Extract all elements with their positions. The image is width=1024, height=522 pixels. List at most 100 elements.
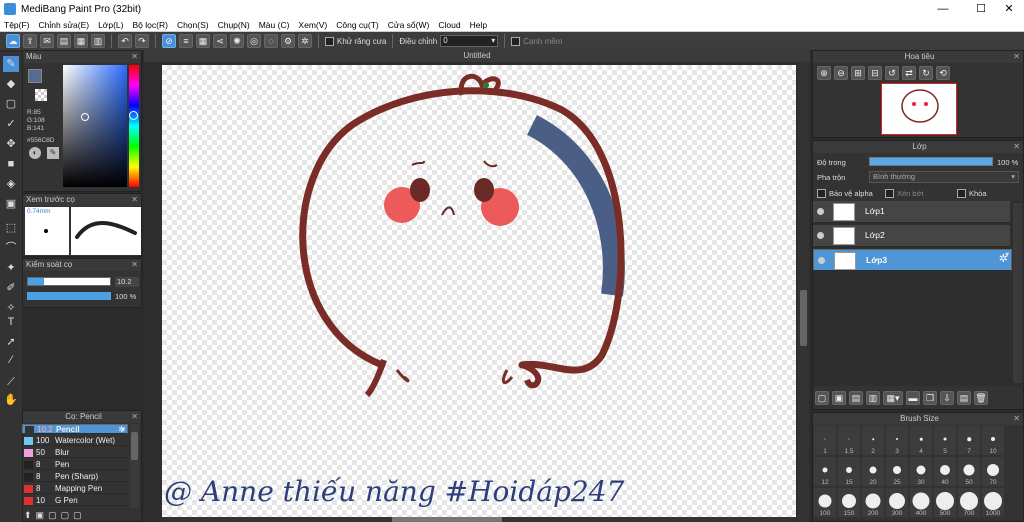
select-pen-tool-icon[interactable]: ✐ (3, 280, 19, 296)
snap-off-icon[interactable]: ⊘ (162, 34, 176, 48)
zoom-in-icon[interactable]: ⊕ (817, 66, 831, 80)
brush-item-g-pen[interactable]: 10 G Pen (22, 496, 128, 506)
divide-tool-icon[interactable]: ⟋ (3, 374, 19, 390)
brush-size-cell[interactable]: 200 (862, 488, 884, 517)
duplicate-layer-icon[interactable]: ❐ (923, 391, 937, 405)
menu-file[interactable]: Tệp(F) (4, 20, 30, 30)
bucket-tool-icon[interactable]: ◈ (3, 176, 19, 192)
brush-size-cell[interactable]: 25 (886, 457, 908, 486)
layer-row-2[interactable]: Lớp2 (813, 225, 1010, 247)
brush-item-pen[interactable]: 8 Pen (22, 460, 128, 470)
copy-brush-icon[interactable]: ▢ (61, 510, 70, 522)
brush-size-value[interactable]: 10.2 (115, 277, 139, 287)
share-icon[interactable]: ⇪ (23, 34, 37, 48)
eraser-tool-icon[interactable]: ◆ (3, 76, 19, 92)
minimize-button[interactable]: — (928, 0, 958, 18)
brush-size-cell[interactable]: 1.5 (838, 426, 860, 455)
color-picker-cursor[interactable] (81, 113, 89, 121)
brush-size-cell[interactable]: 100 (814, 488, 836, 517)
eye-icon[interactable] (817, 208, 824, 215)
rotate-right-icon[interactable]: ↻ (919, 66, 933, 80)
menu-view[interactable]: Xem(V) (298, 20, 327, 30)
brush-size-cell[interactable]: 30 (910, 457, 932, 486)
menu-select[interactable]: Chọn(S) (177, 20, 209, 30)
brush-size-cell[interactable]: 500 (934, 488, 956, 517)
new-brush-icon[interactable]: ▢ (48, 510, 57, 522)
brush-menu-icon[interactable]: ▣ (36, 510, 45, 522)
correction-select[interactable]: 0 (440, 35, 499, 47)
flip-icon[interactable]: ⇄ (902, 66, 916, 80)
panel-close-icon[interactable]: ✕ (131, 411, 138, 423)
cross-snap-icon[interactable]: ▦ (196, 34, 210, 48)
brush-size-cell[interactable]: 7 (958, 426, 980, 455)
brush-item-pencil[interactable]: 10.2 Pencil ✲ (22, 424, 128, 435)
brush-opacity-slider[interactable] (27, 292, 111, 300)
color-picker-icon[interactable]: ✎ (47, 147, 59, 159)
menu-edit[interactable]: Chỉnh sửa(E) (39, 20, 90, 30)
vertical-scroll-thumb[interactable] (800, 290, 807, 346)
primary-color-swatch[interactable] (28, 69, 42, 83)
parallel-snap-icon[interactable]: ≡ (179, 34, 193, 48)
brush-size-cell[interactable]: 10 (982, 426, 1004, 455)
hue-slider[interactable] (129, 65, 139, 187)
delete-layer-icon[interactable]: 🗑 (974, 391, 988, 405)
brush-size-cell[interactable]: 15 (838, 457, 860, 486)
eye-icon[interactable] (818, 257, 825, 264)
magic-wand-tool-icon[interactable]: ✦ (3, 260, 19, 276)
blend-mode-select[interactable]: Bình thường ▾ (869, 171, 1019, 183)
curve-snap-icon[interactable]: ◌ (264, 34, 278, 48)
panel-close-icon[interactable]: ✕ (1013, 141, 1020, 153)
transparent-color-swatch[interactable] (35, 89, 47, 101)
brush-size-cell[interactable]: 400 (910, 488, 932, 517)
brush-size-cell[interactable]: 20 (862, 457, 884, 486)
brush-list-scroll-thumb[interactable] (131, 432, 138, 460)
new-8bit-layer-icon[interactable]: ▤ (849, 391, 863, 405)
reset-icon[interactable]: ⟲ (936, 66, 950, 80)
menu-color[interactable]: Màu (C) (259, 20, 290, 30)
lasso-tool-icon[interactable]: ⌒ (3, 240, 19, 256)
fit-icon[interactable]: ⊞ (851, 66, 865, 80)
panel-close-icon[interactable]: ✕ (131, 51, 138, 63)
merge-down-icon[interactable]: ⇩ (940, 391, 954, 405)
soft-edge-checkbox[interactable] (511, 36, 521, 46)
lock-checkbox[interactable] (957, 189, 966, 198)
menu-capture[interactable]: Chụp(N) (218, 20, 250, 30)
document-tab[interactable]: Untitled (144, 50, 810, 62)
eye-icon[interactable] (817, 232, 824, 239)
brush-size-cell[interactable]: 150 (838, 488, 860, 517)
panel-close-icon[interactable]: ✕ (1013, 51, 1020, 63)
layer-list-scrollbar[interactable] (1013, 203, 1022, 383)
brush-size-cell[interactable]: 300 (886, 488, 908, 517)
brush-size-cell[interactable]: 40 (934, 457, 956, 486)
move-tool-icon[interactable]: ✥ (3, 136, 19, 152)
protect-alpha-checkbox[interactable] (817, 189, 826, 198)
menu-window[interactable]: Cửa sổ(W) (388, 20, 430, 30)
menu-layer[interactable]: Lớp(L) (98, 20, 123, 30)
radial-snap-icon[interactable]: ✺ (230, 34, 244, 48)
new-1bit-layer-icon[interactable]: ▥ (866, 391, 880, 405)
text-tool-icon[interactable]: T (3, 314, 19, 330)
drawing-canvas[interactable]: @ Anne thiếu năng #Hoidáp247 (162, 65, 796, 522)
gradient-tool-icon[interactable]: ▣ (3, 196, 19, 212)
new-halftone-layer-icon[interactable]: ▣ (832, 391, 846, 405)
operation-tool-icon[interactable]: ➚ (3, 334, 19, 350)
rect-tool-icon[interactable]: ▢ (3, 96, 19, 112)
brush-size-slider[interactable] (27, 277, 111, 286)
panel-close-icon[interactable]: ✕ (1013, 413, 1020, 425)
panel-close-icon[interactable]: ✕ (131, 194, 138, 206)
brush-size-cell[interactable]: 12 (814, 457, 836, 486)
horizontal-scroll-thumb[interactable] (392, 517, 502, 522)
rotate-left-icon[interactable]: ↺ (885, 66, 899, 80)
maximize-button[interactable]: ☐ (966, 0, 996, 18)
brush-size-cell[interactable]: 50 (958, 457, 980, 486)
brush-size-cell[interactable]: 4 (910, 426, 932, 455)
vanish-snap-icon[interactable]: ⋖ (213, 34, 227, 48)
brush-item-blur[interactable]: 50 Blur (22, 448, 128, 458)
brush-size-cell[interactable]: 70 (982, 457, 1004, 486)
horizontal-scrollbar[interactable] (162, 517, 796, 522)
hue-slider-handle[interactable] (129, 111, 138, 120)
zoom-out-icon[interactable]: ⊖ (834, 66, 848, 80)
layer-property-icon[interactable]: ▤ (957, 391, 971, 405)
menu-tools[interactable]: Công cụ(T) (336, 20, 379, 30)
actual-size-icon[interactable]: ⊟ (868, 66, 882, 80)
